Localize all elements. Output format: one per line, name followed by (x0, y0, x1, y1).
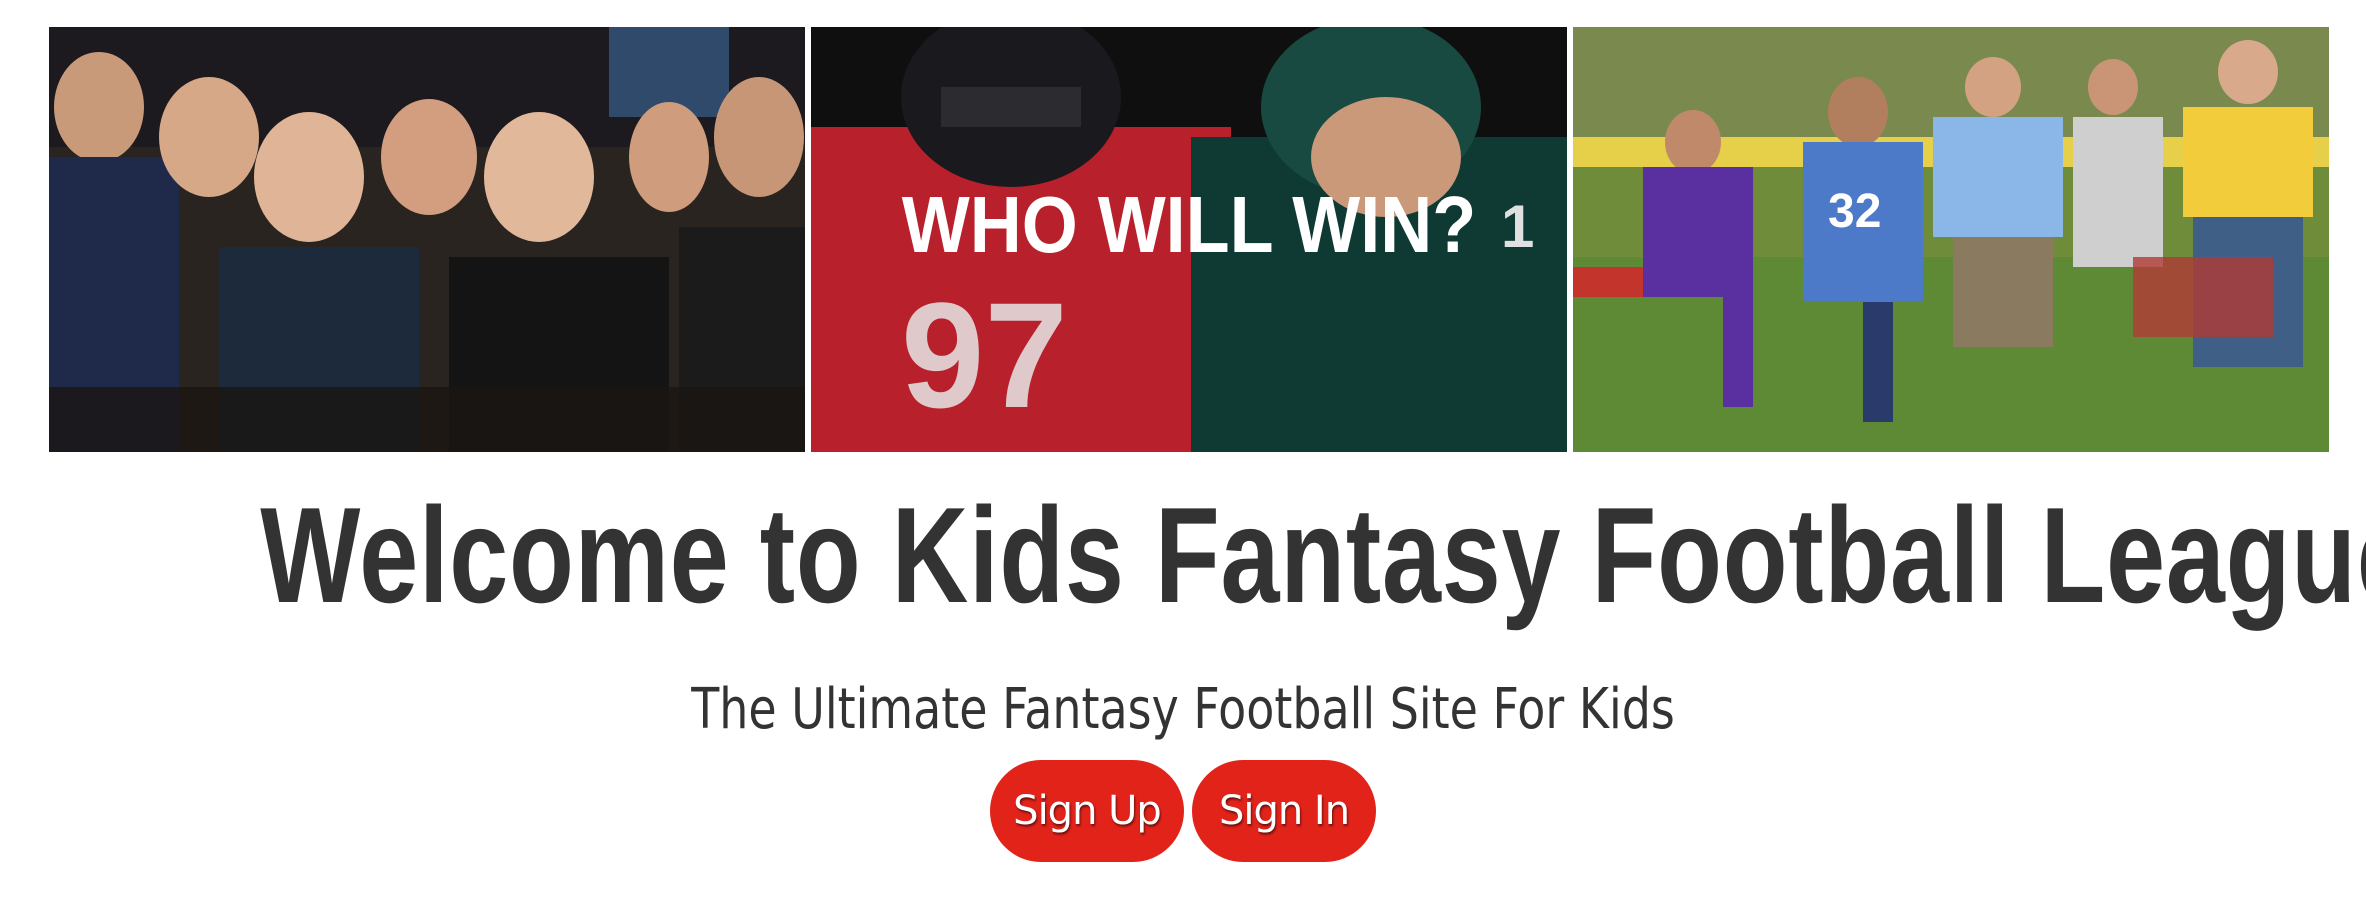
svg-text:1: 1 (1501, 193, 1534, 260)
kids-crowd-photo (49, 27, 805, 452)
kids-crowd-image (49, 27, 805, 452)
landing-page: 97 1 WHO WILL WIN? 32 Welcome to Kids Fa… (0, 0, 2366, 915)
kids-playing-field-image: 32 (1573, 27, 2329, 452)
page-subtitle: The Ultimate Fantasy Football Site For K… (691, 677, 1675, 742)
sign-in-button[interactable]: Sign In (1192, 760, 1376, 862)
players-matchup-photo: 97 1 WHO WILL WIN? (811, 27, 1567, 452)
svg-text:32: 32 (1828, 185, 1881, 238)
hero-banner: 97 1 WHO WILL WIN? 32 (49, 27, 2329, 452)
kids-playing-field-photo: 32 (1573, 27, 2329, 452)
matchup-overlay-text: WHO WILL WIN? (902, 181, 1476, 270)
svg-text:97: 97 (901, 271, 1068, 439)
auth-actions: Sign Up Sign In (0, 760, 2366, 862)
page-title: Welcome to Kids Fantasy Football League (260, 479, 2366, 631)
players-matchup-image: 97 1 WHO WILL WIN? (811, 27, 1567, 452)
sign-up-button[interactable]: Sign Up (990, 760, 1184, 862)
